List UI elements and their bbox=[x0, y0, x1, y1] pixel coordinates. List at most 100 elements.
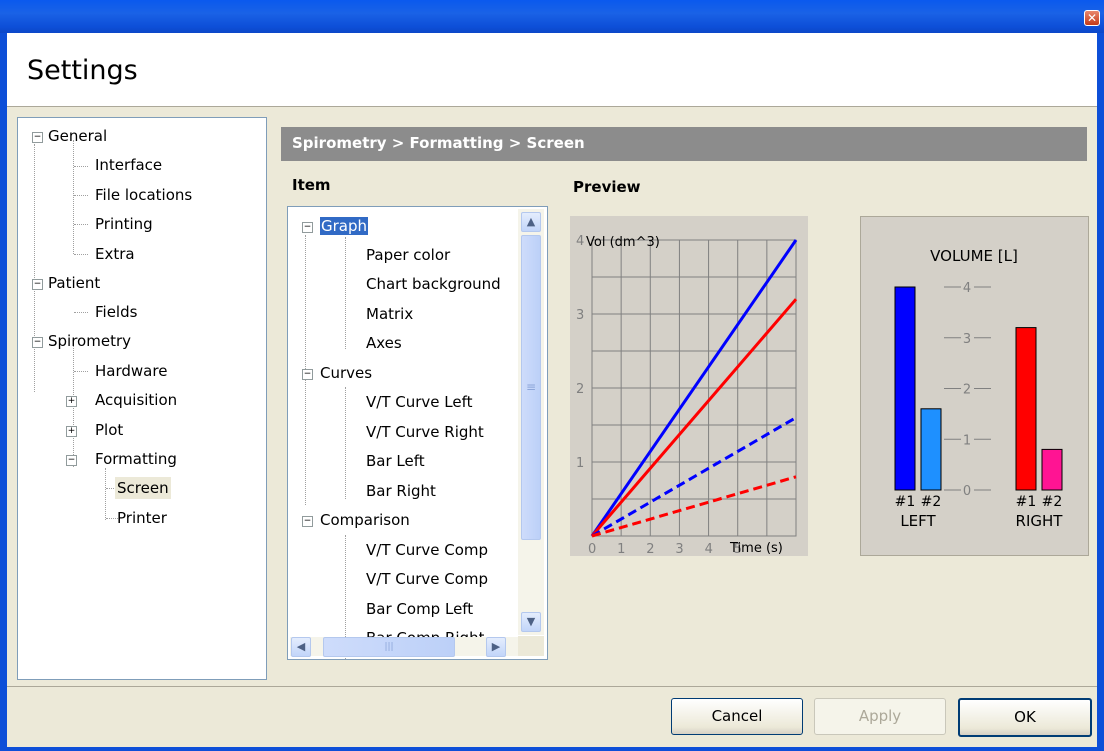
bar-left-2 bbox=[920, 408, 942, 491]
collapse-icon[interactable]: − bbox=[302, 369, 313, 380]
collapse-icon[interactable]: − bbox=[302, 222, 313, 233]
x-tick-label: 2 bbox=[646, 542, 654, 556]
item-tree-horizontal-scrollbar[interactable]: ◀ ||| ▶ bbox=[290, 637, 519, 657]
item-chart-background[interactable]: Chart background bbox=[366, 273, 501, 295]
tree-connector bbox=[73, 140, 74, 254]
nav-item-label: Plot bbox=[95, 421, 124, 439]
tree-connector bbox=[74, 166, 88, 167]
bar-y-tick-label: 0 bbox=[963, 484, 971, 499]
scroll-down-icon[interactable]: ▼ bbox=[521, 612, 541, 632]
scroll-right-icon[interactable]: ▶ bbox=[486, 637, 506, 657]
breadcrumb-bar: Spirometry > Formatting > Screen bbox=[281, 127, 1087, 161]
nav-item-label: Fields bbox=[95, 303, 138, 321]
vertical-scroll-thumb[interactable]: ≡ bbox=[521, 235, 541, 540]
x-tick-label: 3 bbox=[675, 542, 683, 556]
nav-item-general[interactable]: − General bbox=[32, 125, 107, 147]
footer-divider bbox=[7, 686, 1097, 687]
item-matrix[interactable]: Matrix bbox=[366, 303, 413, 325]
window-frame-left bbox=[0, 33, 7, 751]
nav-item-label: Patient bbox=[48, 274, 101, 292]
item-axes[interactable]: Axes bbox=[366, 332, 402, 354]
item-label: V/T Curve Left bbox=[366, 393, 473, 411]
nav-item-extra[interactable]: Extra bbox=[95, 243, 135, 265]
collapse-icon[interactable]: − bbox=[32, 337, 43, 348]
bar-right-1 bbox=[1015, 327, 1037, 491]
item-label: Bar Comp Left bbox=[366, 600, 474, 618]
collapse-icon[interactable]: − bbox=[32, 132, 43, 143]
title-bar[interactable]: ✕ bbox=[0, 0, 1104, 33]
nav-item-label: Acquisition bbox=[95, 391, 178, 409]
nav-item-printing[interactable]: Printing bbox=[95, 213, 153, 235]
y-tick-label: 1 bbox=[576, 456, 584, 471]
item-vt-curve-right[interactable]: V/T Curve Right bbox=[366, 421, 484, 443]
nav-item-file-locations[interactable]: File locations bbox=[95, 184, 192, 206]
bar-right-2 bbox=[1041, 448, 1063, 491]
item-tree-vertical-scrollbar[interactable]: ▲ ≡ ▼ bbox=[518, 209, 544, 635]
bar-y-tick-label: 4 bbox=[963, 281, 971, 296]
bar-label: #2 bbox=[1042, 494, 1063, 510]
close-icon[interactable]: ✕ bbox=[1084, 10, 1100, 26]
apply-button[interactable]: Apply bbox=[814, 698, 946, 735]
item-paper-color[interactable]: Paper color bbox=[366, 244, 450, 266]
item-label: Bar Left bbox=[366, 452, 425, 470]
x-tick-label: 4 bbox=[705, 542, 713, 556]
nav-item-plot[interactable]: + Plot bbox=[66, 419, 123, 441]
expand-icon[interactable]: + bbox=[66, 426, 77, 437]
nav-item-label: Hardware bbox=[95, 362, 168, 380]
item-tree[interactable]: − Graph Paper color Chart background Mat… bbox=[287, 206, 548, 660]
scrollbar-corner bbox=[518, 636, 544, 656]
item-curves[interactable]: − Curves bbox=[302, 362, 372, 384]
nav-item-acquisition[interactable]: + Acquisition bbox=[66, 389, 177, 411]
item-vt-curve-left[interactable]: V/T Curve Left bbox=[366, 391, 473, 413]
ok-button[interactable]: OK bbox=[958, 698, 1092, 737]
nav-item-screen[interactable]: Screen bbox=[115, 477, 171, 499]
item-bar-right[interactable]: Bar Right bbox=[366, 480, 436, 502]
tree-connector bbox=[74, 312, 88, 313]
item-label: Chart background bbox=[366, 275, 501, 293]
item-vt-curve-comp-2[interactable]: V/T Curve Comp bbox=[366, 568, 488, 590]
nav-item-fields[interactable]: Fields bbox=[95, 301, 137, 323]
tree-connector bbox=[74, 224, 88, 225]
cancel-button[interactable]: Cancel bbox=[671, 698, 803, 735]
x-tick-label: 1 bbox=[617, 542, 625, 556]
item-heading: Item bbox=[292, 176, 331, 194]
nav-item-label: Extra bbox=[95, 245, 135, 263]
nav-item-spirometry[interactable]: − Spirometry bbox=[32, 330, 131, 352]
bar-axis: 0 1 2 3 4 bbox=[944, 281, 991, 499]
nav-item-label: General bbox=[48, 127, 108, 145]
item-bar-comp-left[interactable]: Bar Comp Left bbox=[366, 598, 473, 620]
window-frame-bottom bbox=[0, 747, 1104, 751]
horizontal-scroll-thumb[interactable]: ||| bbox=[323, 637, 455, 657]
item-label: V/T Curve Comp bbox=[366, 570, 489, 588]
settings-nav-tree[interactable]: − General Interface File locations Print… bbox=[17, 117, 267, 680]
y-tick-label: 2 bbox=[576, 382, 584, 397]
collapse-icon[interactable]: − bbox=[66, 455, 77, 466]
tree-connector bbox=[105, 468, 106, 520]
nav-item-label: File locations bbox=[95, 186, 193, 204]
x-axis-label: Time (s) bbox=[729, 541, 783, 556]
bar-group-label: LEFT bbox=[900, 512, 936, 530]
item-label: Axes bbox=[366, 334, 402, 352]
item-graph[interactable]: − Graph bbox=[302, 215, 369, 237]
collapse-icon[interactable]: − bbox=[32, 279, 43, 290]
line-chart-preview: 1234012345 Vol (dm^3) Time (s) bbox=[570, 216, 808, 557]
nav-item-label: Printer bbox=[117, 509, 167, 527]
expand-icon[interactable]: + bbox=[66, 396, 77, 407]
nav-item-interface[interactable]: Interface bbox=[95, 154, 162, 176]
nav-item-patient[interactable]: − Patient bbox=[32, 272, 100, 294]
scroll-left-icon[interactable]: ◀ bbox=[291, 637, 311, 657]
y-axis-label: Vol (dm^3) bbox=[586, 235, 660, 250]
breadcrumb: Spirometry > Formatting > Screen bbox=[292, 134, 585, 152]
line-chart-svg: 12340 1 2 3 4 5 Vol (dm^3) Time (s) bbox=[576, 234, 798, 557]
collapse-icon[interactable]: − bbox=[302, 516, 313, 527]
item-bar-left[interactable]: Bar Left bbox=[366, 450, 425, 472]
item-vt-curve-comp-1[interactable]: V/T Curve Comp bbox=[366, 539, 488, 561]
nav-item-formatting[interactable]: − Formatting bbox=[66, 448, 177, 470]
bar-y-tick-label: 2 bbox=[963, 383, 971, 398]
nav-item-label: Spirometry bbox=[48, 332, 131, 350]
nav-item-printer[interactable]: Printer bbox=[117, 507, 167, 529]
scroll-up-icon[interactable]: ▲ bbox=[521, 212, 541, 232]
item-comparison[interactable]: − Comparison bbox=[302, 509, 410, 531]
nav-item-hardware[interactable]: Hardware bbox=[95, 360, 167, 382]
y-tick-label: 3 bbox=[576, 308, 584, 323]
